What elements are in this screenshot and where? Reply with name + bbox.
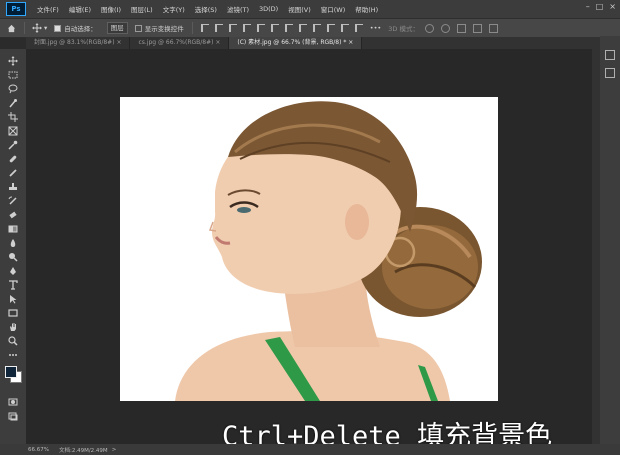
align-bottom-icon[interactable] bbox=[270, 24, 279, 32]
menu-3d[interactable]: 3D(D) bbox=[254, 5, 283, 13]
quick-mask-icon[interactable] bbox=[7, 396, 19, 408]
distribute-center-icon[interactable] bbox=[298, 24, 307, 32]
menu-filter[interactable]: 滤镜(T) bbox=[222, 4, 254, 14]
color-swatches[interactable] bbox=[5, 366, 22, 383]
auto-select-dropdown[interactable]: 图层 bbox=[104, 22, 128, 34]
dodge-icon[interactable] bbox=[7, 251, 19, 263]
menu-help[interactable]: 帮助(H) bbox=[350, 4, 383, 14]
frame-icon[interactable] bbox=[7, 125, 19, 137]
gradient-icon[interactable] bbox=[7, 223, 19, 235]
panel-dock-strip bbox=[592, 49, 600, 444]
show-transform-checkbox[interactable]: 显示变换控件 bbox=[134, 23, 184, 33]
portrait-photo bbox=[175, 101, 482, 401]
align-buttons bbox=[200, 24, 363, 32]
tab-material[interactable]: (C) 素材.jpg @ 66.7% (背景, RGB/8) * × bbox=[229, 37, 363, 49]
quick-select-icon[interactable] bbox=[7, 97, 19, 109]
minimize-button[interactable]: – bbox=[586, 2, 590, 11]
3d-slide-icon[interactable] bbox=[473, 23, 482, 33]
photoshop-logo[interactable]: Ps bbox=[6, 2, 26, 16]
brush-icon[interactable] bbox=[7, 167, 19, 179]
maximize-button[interactable]: □ bbox=[596, 2, 604, 11]
distribute-bottom-icon[interactable] bbox=[354, 24, 363, 32]
3d-mode-label: 3D 模式： bbox=[388, 25, 419, 33]
align-left-icon[interactable] bbox=[200, 24, 209, 32]
auto-select-label: 自动选择： bbox=[64, 25, 97, 33]
eyedropper-icon[interactable] bbox=[7, 139, 19, 151]
properties-panel-icon[interactable] bbox=[605, 68, 615, 78]
checkbox-unchecked-icon bbox=[134, 24, 142, 32]
tab-cs[interactable]: cs.jpg @ 66.7%(RGB/8#) × bbox=[130, 37, 230, 49]
document-size: 文档:2.49M/2.49M bbox=[58, 447, 108, 454]
distribute-left-icon[interactable] bbox=[284, 24, 293, 32]
foreground-color-swatch[interactable] bbox=[5, 366, 17, 378]
path-select-icon[interactable] bbox=[7, 293, 19, 305]
menu-image[interactable]: 图像(I) bbox=[96, 4, 126, 14]
hand-icon[interactable] bbox=[7, 321, 19, 333]
3d-mode-buttons bbox=[425, 23, 498, 33]
menu-bar: Ps 文件(F) 编辑(E) 图像(I) 图层(L) 文字(Y) 选择(S) 滤… bbox=[0, 0, 620, 18]
close-button[interactable]: × bbox=[609, 2, 616, 11]
move-icon[interactable] bbox=[7, 55, 19, 67]
move-tool-preset-icon[interactable]: ▾ bbox=[32, 23, 47, 33]
3d-rotate-icon[interactable] bbox=[425, 23, 434, 33]
tab-cover[interactable]: 封面.jpg @ 83.1%(RGB/8#) × bbox=[26, 37, 131, 49]
align-right-icon[interactable] bbox=[228, 24, 237, 32]
options-bar: ▾ 自动选择： 图层 显示变换控件 ••• 3D 模式： bbox=[0, 18, 620, 38]
type-icon[interactable] bbox=[7, 279, 19, 291]
chevron-down-icon: ▾ bbox=[44, 24, 48, 32]
menu-view[interactable]: 视图(V) bbox=[283, 4, 316, 14]
eraser-icon[interactable] bbox=[7, 209, 19, 221]
menu-select[interactable]: 选择(S) bbox=[190, 4, 222, 14]
auto-select-value: 图层 bbox=[106, 22, 128, 34]
divider bbox=[191, 22, 193, 34]
3d-scale-icon[interactable] bbox=[489, 23, 498, 33]
window-controls: – □ × bbox=[586, 2, 616, 11]
align-top-icon[interactable] bbox=[242, 24, 251, 32]
tools-panel bbox=[0, 49, 26, 444]
menu-edit[interactable]: 编辑(E) bbox=[64, 4, 96, 14]
history-panel-icon[interactable] bbox=[605, 50, 615, 60]
blur-icon[interactable] bbox=[7, 237, 19, 249]
align-center-icon[interactable] bbox=[214, 24, 223, 32]
distribute-middle-icon[interactable] bbox=[340, 24, 349, 32]
show-transform-label: 显示变换控件 bbox=[144, 25, 184, 33]
checkbox-checked-icon bbox=[54, 24, 62, 32]
menu-type[interactable]: 文字(Y) bbox=[158, 4, 190, 14]
more-tools-icon[interactable] bbox=[7, 349, 19, 361]
lasso-icon[interactable] bbox=[7, 83, 19, 95]
crop-icon[interactable] bbox=[7, 111, 19, 123]
menu-layer[interactable]: 图层(L) bbox=[126, 4, 158, 14]
menu-file[interactable]: 文件(F) bbox=[32, 4, 64, 14]
zoom-level[interactable]: 66.67% bbox=[28, 447, 49, 453]
stamp-icon[interactable] bbox=[7, 181, 19, 193]
home-icon[interactable] bbox=[7, 24, 16, 33]
healing-icon[interactable] bbox=[7, 153, 19, 165]
zoom-icon[interactable] bbox=[7, 335, 19, 347]
3d-roll-icon[interactable] bbox=[441, 23, 450, 33]
status-menu-arrow[interactable]: > bbox=[112, 447, 117, 453]
history-brush-icon[interactable] bbox=[7, 195, 19, 207]
divider bbox=[24, 22, 25, 34]
distribute-top-icon[interactable] bbox=[326, 24, 335, 32]
3d-pan-icon[interactable] bbox=[457, 23, 466, 33]
screen-mode-icon[interactable] bbox=[7, 410, 19, 422]
distribute-right-icon[interactable] bbox=[312, 24, 321, 32]
status-bar: 66.67% 文档:2.49M/2.49M > bbox=[0, 444, 620, 455]
auto-select-checkbox[interactable]: 自动选择： bbox=[54, 23, 97, 33]
rectangle-icon[interactable] bbox=[7, 307, 19, 319]
marquee-icon[interactable] bbox=[7, 69, 19, 81]
right-panel-dock bbox=[600, 36, 620, 444]
align-middle-icon[interactable] bbox=[256, 24, 265, 32]
more-options-button[interactable]: ••• bbox=[370, 24, 382, 32]
document-tabs: 封面.jpg @ 83.1%(RGB/8#) × cs.jpg @ 66.7%(… bbox=[26, 37, 600, 49]
pen-icon[interactable] bbox=[7, 265, 19, 277]
document-canvas[interactable] bbox=[120, 97, 498, 401]
menu-window[interactable]: 窗口(W) bbox=[316, 4, 351, 14]
